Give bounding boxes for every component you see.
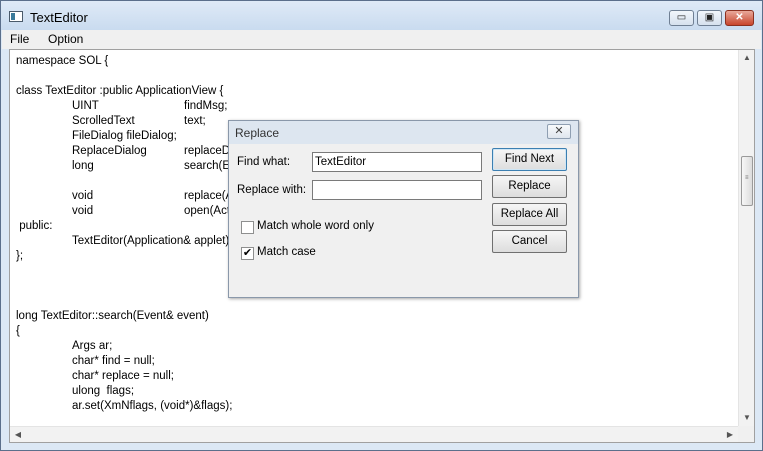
match-whole-word-checkbox[interactable] [241,221,254,234]
code-text: class TextEditor :public ApplicationView… [16,85,224,97]
replace-dialog: Replace ✕ Find what: TextEditor Replace … [228,120,579,298]
title-bar[interactable]: TextEditor ▭ ▣ ✕ [1,1,762,30]
close-icon: ✕ [554,125,564,137]
code-text: void [72,190,94,202]
scroll-left-arrow-icon[interactable]: ◀ [10,427,26,443]
replace-all-button[interactable]: Replace All [492,203,567,226]
find-next-button[interactable]: Find Next [492,148,567,171]
maximize-icon: ▣ [704,12,715,23]
code-text: findMsg; [184,100,228,112]
code-text: text; [184,115,206,127]
code-text: char* find = null; [72,355,155,367]
grip-icon: ≡ [745,175,749,181]
match-case-label[interactable]: Match case [257,246,316,258]
code-text: void [72,205,94,217]
code-text: }; [16,250,24,262]
scroll-down-arrow-icon[interactable]: ▼ [739,410,755,426]
code-text: FileDialog fileDialog; [72,130,177,142]
code-text: long [72,160,94,172]
code-text: { [16,325,20,337]
match-whole-word-label[interactable]: Match whole word only [257,220,374,232]
horizontal-scrollbar[interactable]: ◀ ▶ [10,426,738,442]
close-icon: ✕ [735,12,744,23]
code-text: ReplaceDialog [72,145,147,157]
menu-bar: File Option [2,30,761,49]
code-text: UINT [72,100,99,112]
dialog-close-button[interactable]: ✕ [547,124,571,139]
cancel-button[interactable]: Cancel [492,230,567,253]
dialog-body: Find what: TextEditor Replace with: Matc… [232,144,575,294]
code-text: Args ar; [72,340,113,352]
code-text: public: [16,220,53,232]
code-text: long TextEditor::search(Event& event) [16,310,209,322]
dialog-title: Replace [235,126,280,140]
vertical-scroll-thumb[interactable]: ≡ [741,156,753,206]
menu-option[interactable]: Option [46,31,85,47]
code-text: ulong flags; [72,385,135,397]
window-title: TextEditor [30,10,88,25]
app-icon [9,11,23,22]
scrollbar-corner [738,426,754,442]
code-text: ar.set(XmNflags, (void*)&flags); [72,400,233,412]
find-what-label: Find what: [237,156,291,168]
vertical-scrollbar[interactable]: ▲ ≡ ▼ [738,50,754,426]
minimize-button[interactable]: ▭ [669,10,694,26]
menu-file[interactable]: File [8,31,31,47]
replace-with-input[interactable] [312,180,482,200]
code-text: char* replace = null; [72,370,174,382]
scroll-up-arrow-icon[interactable]: ▲ [739,50,755,66]
checkmark-icon: ✔ [242,247,253,259]
dialog-title-bar[interactable]: Replace ✕ [229,121,578,144]
close-button[interactable]: ✕ [725,10,754,26]
find-what-input[interactable]: TextEditor [312,152,482,172]
scroll-right-arrow-icon[interactable]: ▶ [722,427,738,443]
code-text: ScrolledText [72,115,135,127]
code-text: TextEditor(Application& applet); [72,235,233,247]
replace-button[interactable]: Replace [492,175,567,198]
match-case-checkbox[interactable]: ✔ [241,247,254,260]
minimize-icon: ▭ [676,12,687,23]
replace-with-label: Replace with: [237,184,307,196]
code-text: namespace SOL { [16,55,109,67]
maximize-button[interactable]: ▣ [697,10,722,26]
